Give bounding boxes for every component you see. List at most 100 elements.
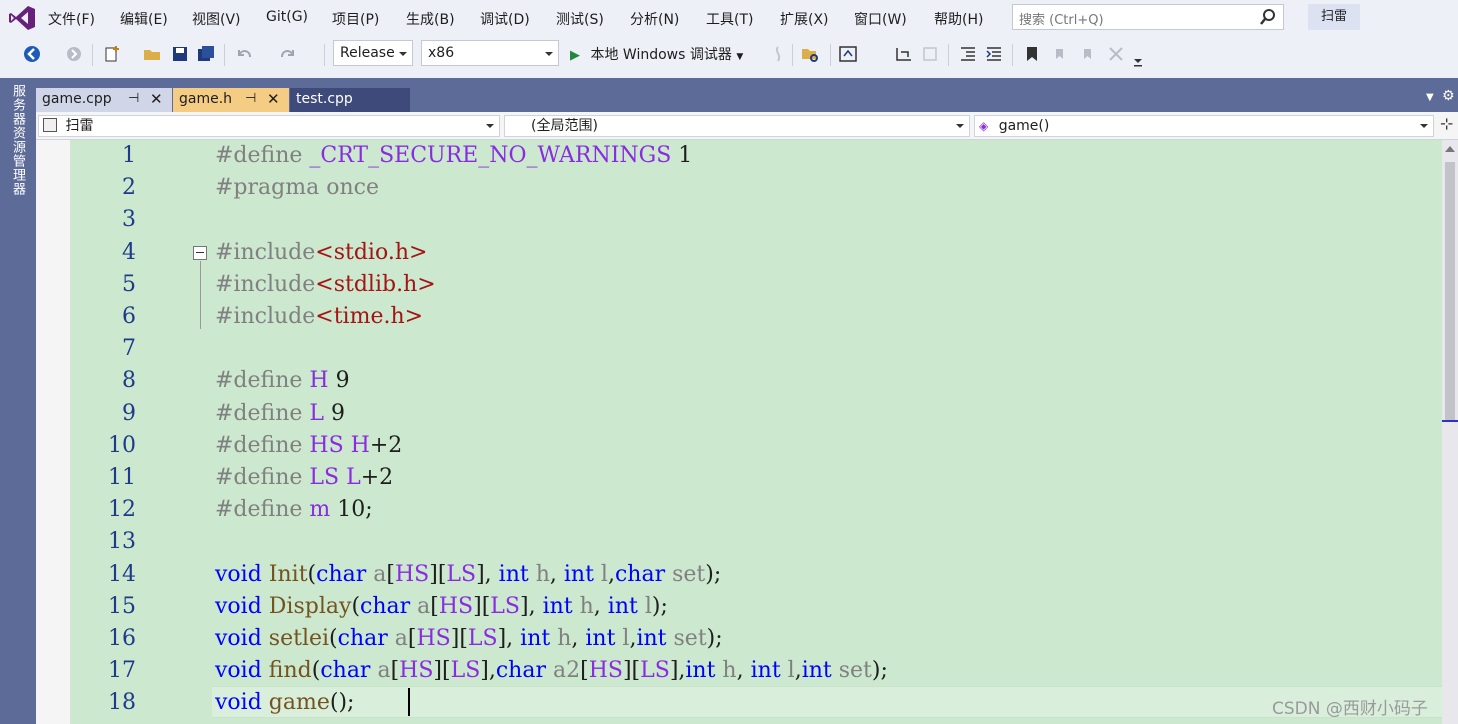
undo-icon[interactable] — [234, 44, 254, 64]
menu-item[interactable]: 帮助(H) — [934, 9, 983, 29]
code-token: ); — [871, 658, 888, 684]
menu-item[interactable]: Git(G) — [266, 9, 308, 25]
code-token: int — [520, 626, 551, 651]
code-token: LS — [640, 658, 670, 684]
code-token: l — [780, 658, 795, 684]
menu-item[interactable]: 调试(D) — [480, 9, 530, 29]
code-token: HS — [399, 658, 434, 684]
close-icon[interactable]: ✕ — [150, 88, 163, 110]
start-debugger-button[interactable]: ▶ 本地 Windows 调试器 ▼ — [570, 44, 743, 64]
tab-test-cpp[interactable]: test.cpp — [290, 88, 410, 112]
save-icon[interactable] — [170, 44, 190, 64]
code-line: 9 #define L 9 — [36, 398, 1442, 430]
menu-item[interactable]: 窗口(W) — [854, 9, 907, 29]
code-token: void — [215, 561, 262, 587]
browser-icon[interactable] — [838, 44, 858, 64]
gear-icon[interactable]: ⚙ — [1442, 88, 1455, 104]
menu-item[interactable]: 文件(F) — [48, 9, 95, 29]
toolbar-overflow-icon[interactable] — [1128, 50, 1148, 70]
line-number: 16 — [108, 626, 136, 651]
line-number: 15 — [108, 593, 136, 619]
code-token: H — [309, 368, 329, 394]
code-token: HS — [309, 432, 344, 458]
pin-icon[interactable]: ⊣ — [128, 88, 139, 110]
vertical-scrollbar[interactable] — [1442, 140, 1458, 724]
code-token: char — [360, 593, 411, 619]
prev-bookmark-icon[interactable] — [1050, 44, 1070, 64]
tab-game-h[interactable]: game.h ⊣ ✕ — [173, 88, 289, 112]
indent-icon[interactable] — [958, 44, 978, 64]
code-token: Display — [268, 593, 352, 619]
code-token: ( — [329, 626, 338, 651]
code-token: HS — [394, 561, 430, 587]
forward-icon[interactable] — [64, 44, 84, 64]
code-token: <stdio.h> — [315, 239, 428, 265]
code-token: char — [320, 658, 371, 684]
menu-item[interactable]: 工具(T) — [706, 9, 753, 29]
clear-bookmarks-icon[interactable] — [1106, 44, 1126, 64]
search-icon[interactable] — [1259, 8, 1277, 26]
code-line: 12 #define m 10; — [36, 494, 1442, 526]
redo-icon[interactable] — [278, 44, 298, 64]
close-icon[interactable]: ✕ — [267, 88, 280, 110]
back-icon[interactable] — [22, 44, 42, 64]
code-token: setlei — [268, 626, 330, 651]
line-number: 10 — [108, 432, 136, 458]
hot-reload-icon[interactable] — [768, 44, 788, 64]
line-number: 18 — [108, 690, 136, 716]
member-dropdown[interactable]: ◈ game() — [974, 115, 1434, 137]
scroll-thumb[interactable] — [1445, 162, 1455, 422]
menu-item[interactable]: 扩展(X) — [780, 9, 829, 29]
menu-item[interactable]: 生成(B) — [406, 9, 455, 29]
code-text: void setlei(char a[HS][LS], int h, int l… — [215, 623, 723, 655]
bookmark-icon[interactable] — [1022, 44, 1042, 64]
menu-item[interactable]: 分析(N) — [630, 9, 679, 29]
code-token: HS — [416, 626, 451, 651]
menu-item[interactable]: 编辑(E) — [120, 9, 168, 29]
line-number: 5 — [122, 271, 136, 297]
menu-item[interactable]: 项目(P) — [332, 9, 379, 29]
project-dropdown[interactable]: 扫雷 — [38, 115, 500, 137]
menu-item[interactable]: 视图(V) — [192, 9, 241, 29]
step-out-icon[interactable] — [920, 44, 940, 64]
watermark: CSDN @西财小码子 — [1272, 699, 1428, 719]
configuration-dropdown[interactable]: Release — [333, 40, 413, 66]
search-box[interactable]: 搜索 (Ctrl+Q) — [1012, 4, 1284, 30]
code-editor[interactable]: 1 #define _CRT_SECURE_NO_WARNINGS 1 2 #prag… — [36, 140, 1442, 724]
code-token: , — [794, 658, 802, 684]
scroll-up-icon[interactable] — [1445, 146, 1455, 152]
platform-dropdown[interactable]: x86 — [421, 40, 559, 66]
code-text: #include<stdio.h> — [215, 237, 427, 269]
open-folder-icon[interactable] — [142, 44, 162, 64]
menu-item[interactable]: 测试(S) — [556, 9, 604, 29]
project-dropdown-value: 扫雷 — [65, 118, 94, 134]
comment-icon[interactable] — [984, 44, 1004, 64]
code-token: HS — [588, 658, 623, 684]
code-token: #include — [215, 239, 316, 265]
visual-studio-logo-icon[interactable] — [8, 4, 36, 32]
tab-list-dropdown-icon[interactable]: ▼ — [1426, 92, 1434, 103]
save-all-icon[interactable] — [196, 44, 216, 64]
search-placeholder: 搜索 (Ctrl+Q) — [1019, 13, 1104, 28]
code-line: 17 void find(char a[HS][LS],char a2[HS][L… — [36, 655, 1442, 687]
pin-icon[interactable]: ⊣ — [245, 88, 256, 110]
scope-dropdown[interactable]: (全局范围) — [504, 115, 970, 137]
next-bookmark-icon[interactable] — [1078, 44, 1098, 64]
code-text: #define _CRT_SECURE_NO_WARNINGS 1 — [215, 140, 692, 172]
find-in-files-icon[interactable] — [800, 44, 820, 64]
split-view-icon[interactable]: ⊹ — [1440, 114, 1453, 133]
line-number: 13 — [108, 529, 136, 555]
code-token: int — [498, 561, 529, 587]
code-token: h — [715, 658, 737, 684]
server-explorer-panel[interactable]: 服务器资源管理器 — [0, 78, 36, 724]
tab-game-cpp[interactable]: game.cpp ⊣ ✕ — [36, 88, 172, 112]
new-item-icon[interactable] — [102, 44, 122, 64]
code-token: #define — [215, 368, 310, 394]
collapse-icon[interactable] — [193, 246, 207, 260]
line-number: 4 — [122, 239, 136, 265]
code-token: ][ — [429, 561, 447, 587]
chevron-down-icon[interactable]: ▼ — [736, 52, 743, 62]
step-icon[interactable] — [894, 44, 914, 64]
scope-dropdown-value: (全局范围) — [531, 118, 598, 134]
